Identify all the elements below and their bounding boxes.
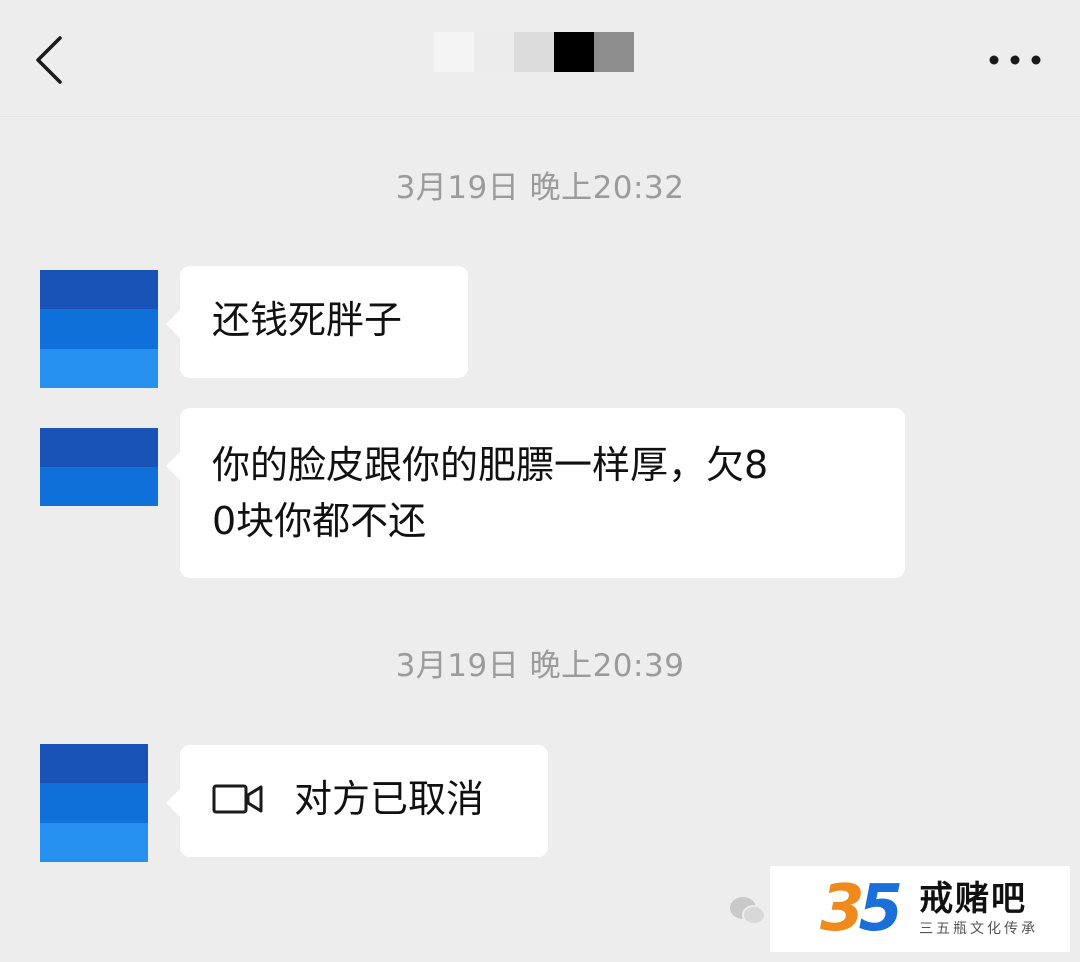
message-bubble[interactable]: 还钱死胖子 [166, 266, 468, 378]
wechat-watermark [728, 894, 768, 928]
message-timestamp: 3月19日 晚上20:39 [395, 648, 685, 684]
chevron-left-icon [36, 36, 62, 84]
call-status-text: 对方已取消 [294, 777, 485, 821]
avatar[interactable] [40, 744, 148, 862]
brand-logo: 35 [820, 872, 903, 946]
message-text-line: 0块你都不还 [212, 499, 427, 543]
video-camera-icon [212, 784, 263, 814]
avatar[interactable] [40, 270, 158, 388]
message-timestamp: 3月19日 晚上20:32 [395, 170, 685, 206]
chat-title-masked [434, 32, 634, 72]
avatar[interactable] [40, 428, 158, 506]
chat-header [0, 0, 1080, 117]
message-bubble[interactable]: 你的脸皮跟你的肥膘一样厚，欠8 0块你都不还 [166, 408, 905, 578]
brand-name: 戒赌吧 [919, 879, 1028, 919]
message-text: 还钱死胖子 [212, 298, 403, 342]
wechat-icon [730, 897, 766, 925]
more-options-button[interactable] [980, 40, 1050, 80]
message-text-line: 你的脸皮跟你的肥膘一样厚，欠8 [212, 443, 769, 487]
video-call-bubble[interactable]: 对方已取消 [166, 745, 548, 857]
back-button[interactable] [22, 26, 82, 90]
more-dots-icon [989, 55, 1041, 65]
brand-subtitle: 三五瓶文化传承 [919, 921, 1039, 937]
brand-watermark: 35 戒赌吧 三五瓶文化传承 [770, 866, 1070, 952]
